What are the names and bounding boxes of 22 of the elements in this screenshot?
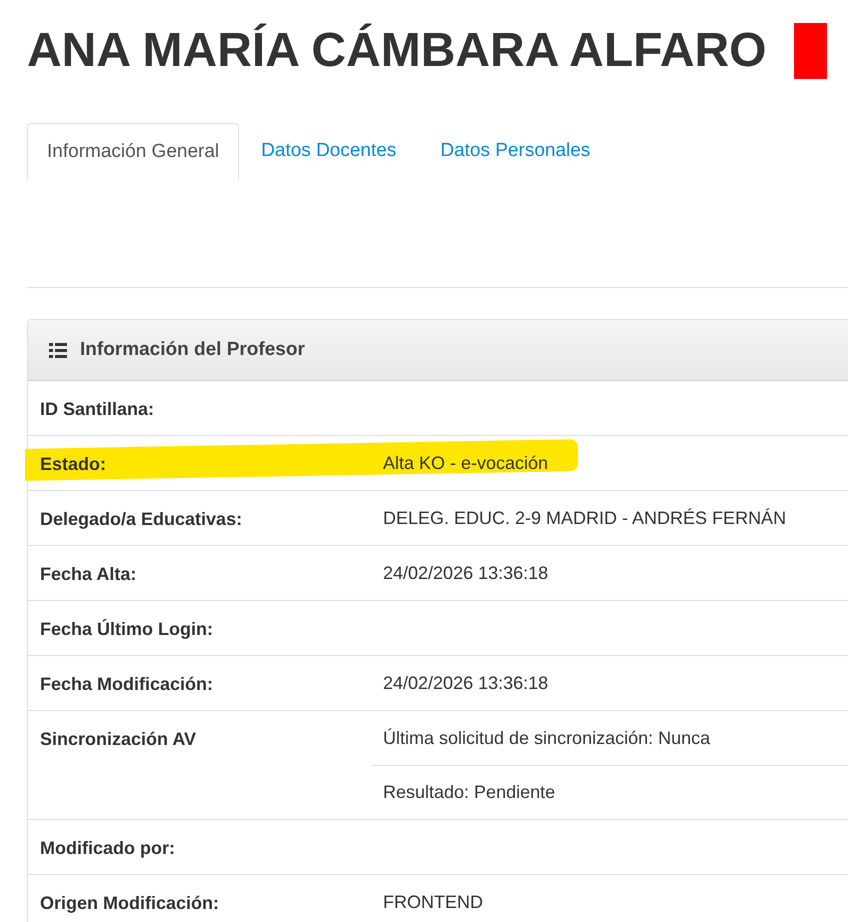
field-label: Delegado/a Educativas: xyxy=(40,508,242,531)
field-value: 24/02/2026 13:36:18 xyxy=(383,672,548,694)
field-value: FRONTEND xyxy=(383,890,483,914)
field-label: Fecha Último Login: xyxy=(40,618,213,641)
list-icon xyxy=(49,342,67,358)
field-label: ID Santillana: xyxy=(40,398,154,421)
field-label: Estado: xyxy=(40,453,106,476)
tab[interactable]: Información General xyxy=(27,123,240,180)
status-flag xyxy=(794,23,828,79)
field-value: Última solicitud de sincronización: Nunca xyxy=(383,726,710,750)
field-label: Fecha Modificación: xyxy=(40,673,214,696)
field-value: DELEG. EDUC. 2-9 MADRID - ANDRÉS FERNÁN xyxy=(383,506,786,530)
field-label: Fecha Alta: xyxy=(40,563,136,586)
field-value: 24/02/2026 13:36:18 xyxy=(383,562,548,584)
tab[interactable]: Datos Docentes xyxy=(239,123,418,180)
field-label: Origen Modificación: xyxy=(40,892,220,915)
tab[interactable]: Datos Personales xyxy=(418,123,612,180)
field-value: Alta KO - e-vocación xyxy=(383,452,548,474)
field-value: Resultado: Pendiente xyxy=(383,781,556,804)
field-label: Sincronización AV xyxy=(40,728,196,751)
field-label: Modificado por: xyxy=(40,837,175,860)
panel-title: Información del Profesor xyxy=(80,338,305,362)
